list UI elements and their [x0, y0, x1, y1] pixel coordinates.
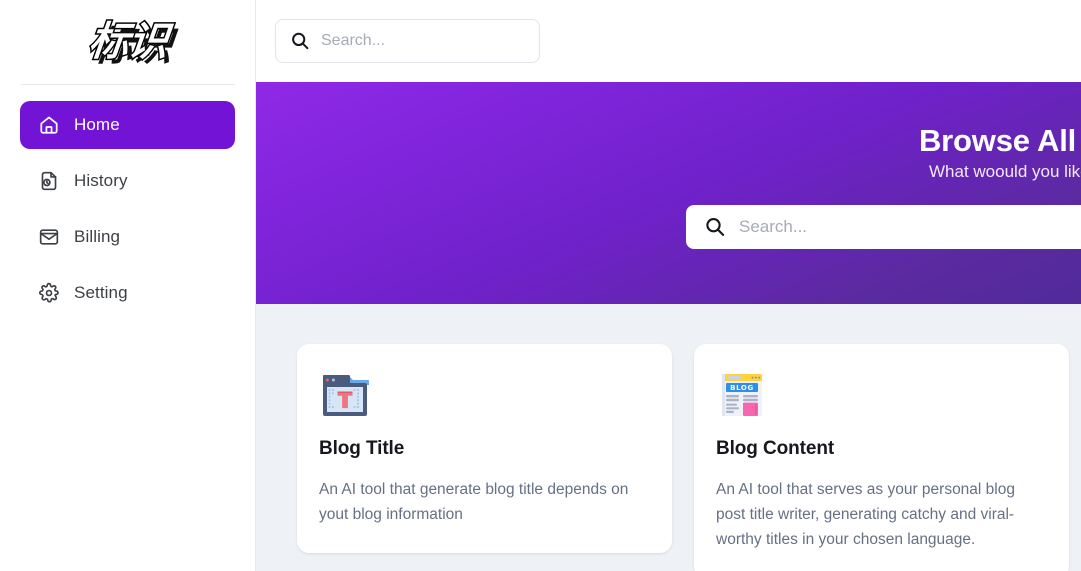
sidebar-item-setting[interactable]: Setting	[20, 269, 235, 317]
hero-inner: Browse All AI Tools What woould you like…	[256, 82, 1081, 304]
tools-section: Blog Title An AI tool that generate blog…	[256, 304, 1081, 571]
blog-content-icon: BLOG	[716, 369, 768, 421]
sidebar: 标识 Home History Billing Setting	[0, 0, 256, 571]
svg-text:BLOG: BLOG	[730, 384, 754, 392]
topbar-search[interactable]	[275, 19, 540, 63]
tool-card-blog-title[interactable]: Blog Title An AI tool that generate blog…	[297, 344, 672, 554]
blog-title-icon	[319, 369, 371, 421]
hero-subtitle: What woould you like to create today?	[929, 162, 1081, 181]
card-title: Blog Content	[716, 438, 835, 459]
sidebar-item-label: Setting	[74, 283, 128, 302]
sidebar-item-label: Billing	[74, 227, 121, 246]
main-content: Browse All AI Tools What woould you like…	[256, 0, 1081, 571]
sidebar-item-home[interactable]: Home	[20, 101, 235, 149]
card-description: An AI tool that generate blog title depe…	[319, 481, 629, 524]
search-icon	[704, 216, 726, 238]
app-root: 标识 Home History Billing Setting Search..…	[0, 0, 1081, 571]
hero-title: Browse All AI Tools	[919, 123, 1081, 158]
tools-grid: Blog Title An AI tool that generate blog…	[297, 344, 1081, 571]
sidebar-nav: Home History Billing Setting	[0, 85, 255, 317]
topbar	[256, 0, 1081, 82]
hero-search-input[interactable]	[739, 217, 1081, 237]
logo-text: 标识	[85, 18, 171, 67]
hero-search[interactable]	[686, 205, 1081, 249]
search-input[interactable]	[321, 32, 525, 50]
app-logo[interactable]: 标识	[0, 0, 255, 84]
sidebar-item-label: Home	[74, 115, 120, 134]
sidebar-item-history[interactable]: History	[20, 157, 235, 205]
history-icon	[38, 170, 60, 192]
card-title: Blog Title	[319, 438, 405, 459]
gear-icon	[38, 282, 60, 304]
home-icon	[38, 114, 60, 136]
billing-icon	[38, 226, 60, 248]
card-description: An AI tool that serves as your personal …	[716, 481, 1015, 549]
search-icon	[290, 31, 310, 51]
sidebar-item-billing[interactable]: Billing	[20, 213, 235, 261]
tool-card-blog-content[interactable]: BLOG Blog Content An AI tool that serves…	[694, 344, 1069, 571]
sidebar-item-label: History	[74, 171, 128, 190]
hero-banner: Browse All AI Tools What woould you like…	[256, 82, 1081, 304]
